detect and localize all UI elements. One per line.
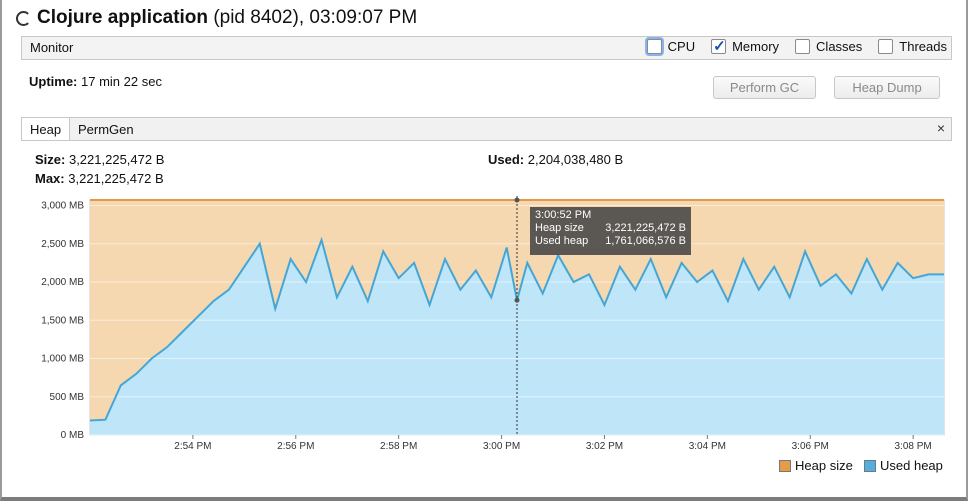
x-tick-label: 3:08 PM	[895, 441, 932, 452]
heap-used-info: Used: 2,204,038,480 B	[488, 152, 623, 167]
app-name: Clojure application	[37, 7, 209, 28]
y-tick-label: 1,000 MB	[41, 354, 84, 365]
memory-label: Memory	[732, 39, 780, 54]
legend-used-label: Used heap	[880, 458, 943, 473]
tooltip-used-label: Used heap	[535, 235, 589, 247]
tooltip-used-value: 1,761,066,576 B	[605, 235, 686, 247]
classes-checkbox[interactable]: Classes	[795, 39, 862, 54]
legend-heap-label: Heap size	[795, 458, 853, 473]
tooltip-time: 3:00:52 PM	[535, 209, 592, 221]
heap-chart: 0 MB 500 MB 1,000 MB 1,500 MB 2,000 MB 2,500 …	[41, 196, 945, 452]
classes-label: Classes	[816, 39, 863, 54]
y-tick-label: 500 MB	[50, 392, 85, 403]
monitor-label: Monitor	[30, 40, 74, 55]
cpu-label: CPU	[667, 39, 696, 54]
checkbox-icon[interactable]	[878, 39, 894, 54]
legend-heap: Heap size	[779, 458, 853, 473]
checkbox-icon[interactable]	[646, 39, 662, 54]
heap-marker-point	[514, 197, 520, 203]
x-tick-label: 3:00 PM	[483, 441, 520, 452]
pid-time: (pid 8402), 03:09:07 PM	[213, 7, 418, 28]
tooltip-used-row: Used heap 1,761,066,576 B	[535, 235, 686, 248]
cpu-checkbox[interactable]: CPU	[646, 39, 696, 54]
y-tick-label: 0 MB	[61, 430, 85, 441]
y-tick-label: 1,500 MB	[41, 315, 84, 326]
size-value: 3,221,225,472 B	[68, 152, 165, 167]
threads-checkbox[interactable]: Threads	[878, 39, 947, 54]
max-label: Max:	[35, 171, 65, 186]
x-tick-label: 3:04 PM	[689, 441, 726, 452]
heap-dump-button[interactable]: Heap Dump	[834, 76, 940, 99]
x-tick-label: 3:06 PM	[792, 441, 829, 452]
monitor-checkboxes: CPU Memory Classes Threads	[646, 37, 947, 55]
tooltip-heap-label: Heap size	[535, 222, 584, 234]
tooltip-heap-value: 3,221,225,472 B	[605, 222, 686, 234]
memory-checkbox[interactable]: Memory	[711, 37, 780, 55]
tab-heap[interactable]: Heap	[22, 118, 71, 140]
checkbox-checked-icon[interactable]	[711, 37, 727, 55]
heap-swatch-icon	[779, 459, 791, 472]
chart-tooltip: 3:00:52 PM Heap size 3,221,225,472 B Use…	[530, 207, 691, 255]
y-tick-label: 2,000 MB	[41, 277, 84, 288]
window-title: Clojure application (pid 8402), 03:09:07…	[37, 7, 417, 29]
x-tick-label: 2:58 PM	[380, 441, 417, 452]
used-value: 2,204,038,480 B	[527, 152, 624, 167]
uptime-value: 17 min 22 sec	[81, 74, 162, 89]
x-tick-label: 2:56 PM	[277, 441, 314, 452]
used-marker-point	[514, 297, 520, 303]
y-tick-label: 2,500 MB	[41, 239, 84, 250]
heap-max-info: Max: 3,221,225,472 B	[35, 171, 164, 186]
used-swatch-icon	[864, 459, 876, 472]
x-tick-label: 2:54 PM	[174, 441, 211, 452]
loading-spinner-icon	[16, 10, 31, 26]
uptime-label: Uptime:	[29, 74, 78, 89]
uptime: Uptime: 17 min 22 sec	[29, 74, 162, 89]
size-label: Size:	[35, 152, 66, 167]
monitor-section-header: Monitor CPU Memory Classes Threads	[21, 36, 952, 60]
checkbox-icon[interactable]	[795, 39, 811, 54]
y-tick-label: 3,000 MB	[41, 201, 84, 212]
max-value: 3,221,225,472 B	[68, 171, 164, 186]
used-label: Used:	[488, 152, 525, 167]
x-tick-label: 3:02 PM	[586, 441, 623, 452]
threads-label: Threads	[899, 39, 947, 54]
tooltip-heap-row: Heap size 3,221,225,472 B	[535, 222, 686, 235]
close-icon[interactable]: ×	[937, 120, 945, 136]
window-frame: Clojure application (pid 8402), 03:09:07…	[0, 0, 968, 501]
title-bar: Clojure application (pid 8402), 03:09:07…	[16, 6, 417, 30]
heap-size-info: Size: 3,221,225,472 B	[35, 152, 164, 167]
tab-permgen[interactable]: PermGen	[70, 118, 142, 140]
legend-used: Used heap	[864, 458, 943, 473]
heap-tabs: Heap PermGen ×	[21, 117, 952, 141]
perform-gc-button[interactable]: Perform GC	[713, 76, 816, 99]
